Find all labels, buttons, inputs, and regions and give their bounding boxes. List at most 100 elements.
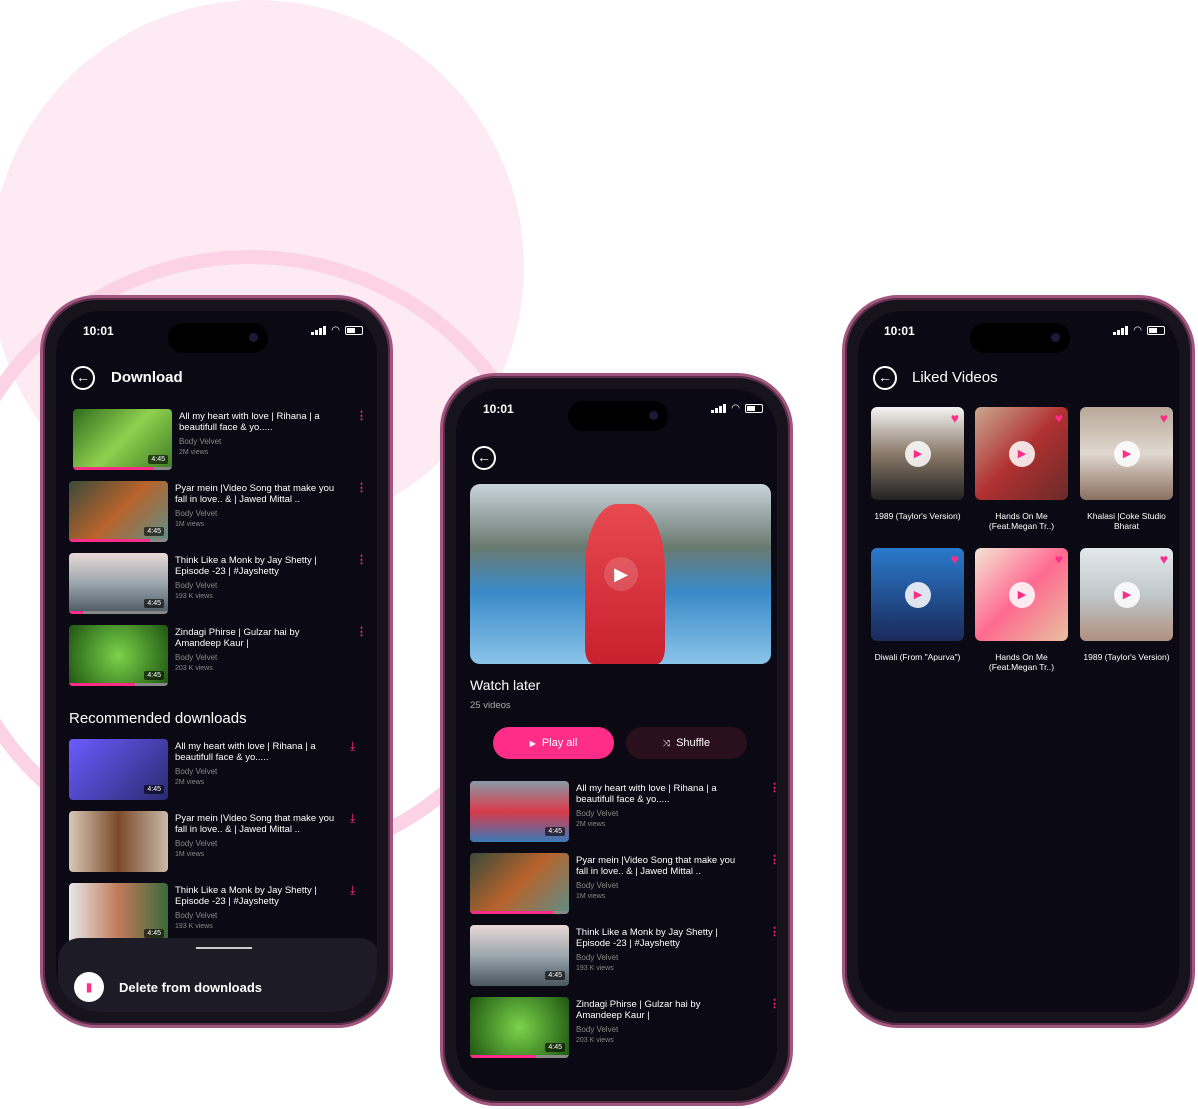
liked-video-label: Hands On Me (Feat.Megan Tr..) bbox=[988, 652, 1055, 672]
signal-icon bbox=[311, 326, 327, 335]
video-thumbnail[interactable]: 4:45 bbox=[470, 925, 569, 986]
wifi-icon: ◠ bbox=[331, 325, 340, 336]
more-options-icon[interactable]: ⋮ bbox=[356, 627, 367, 638]
view-count: 1M views bbox=[175, 851, 205, 858]
more-options-icon[interactable]: ⋮ bbox=[356, 411, 367, 422]
channel-name: Body Velvet bbox=[175, 767, 218, 776]
video-info: Think Like a Monk by Jay Shetty | Episod… bbox=[175, 885, 345, 930]
sheet-handle[interactable] bbox=[196, 947, 252, 949]
liked-video-card[interactable]: ♥ ▶ bbox=[975, 548, 1068, 641]
play-icon[interactable]: ▶ bbox=[1009, 582, 1035, 608]
video-thumbnail[interactable]: 4:45 bbox=[69, 553, 168, 614]
video-title[interactable]: Pyar mein |Video Song that make you fall… bbox=[576, 855, 746, 877]
play-icon[interactable]: ▶ bbox=[1009, 441, 1035, 467]
liked-video-card[interactable]: ♥ ▶ bbox=[975, 407, 1068, 500]
list-item[interactable]: 4:45 All my heart with love | Rihana | a … bbox=[56, 409, 377, 471]
delete-from-downloads-button[interactable]: Delete from downloads bbox=[119, 980, 262, 995]
liked-video-card[interactable]: ♥ ▶ bbox=[1080, 548, 1173, 641]
video-title[interactable]: Zindagi Phirse | Gulzar hai by Amandeep … bbox=[576, 999, 746, 1021]
duration-badge: 4:45 bbox=[148, 455, 168, 464]
watch-progress bbox=[470, 911, 569, 914]
list-item[interactable]: Pyar mein |Video Song that make you fall… bbox=[456, 853, 777, 915]
video-thumbnail[interactable] bbox=[470, 853, 569, 914]
heart-icon[interactable]: ♥ bbox=[1055, 551, 1063, 567]
more-options-icon[interactable]: ⋮ bbox=[356, 483, 367, 494]
heart-icon[interactable]: ♥ bbox=[951, 551, 959, 567]
list-item[interactable]: 4:45 Think Like a Monk by Jay Shetty | Ep… bbox=[56, 883, 377, 945]
liked-video-card[interactable]: ♥ ▶ bbox=[871, 407, 964, 500]
more-options-icon[interactable]: ⋮ bbox=[769, 999, 777, 1010]
channel-name: Body Velvet bbox=[175, 911, 218, 920]
heart-icon[interactable]: ♥ bbox=[1160, 410, 1168, 426]
phone-liked: 10:01 ◠ ← Liked Videos ♥ ▶ 1989 (Taylor's … bbox=[842, 295, 1195, 1028]
view-count: 193 K views bbox=[175, 593, 213, 600]
video-title[interactable]: Think Like a Monk by Jay Shetty | Episod… bbox=[175, 555, 345, 577]
play-all-button[interactable]: ▶ Play all bbox=[493, 727, 614, 759]
watch-progress bbox=[69, 611, 168, 614]
watch-progress bbox=[69, 539, 168, 542]
play-icon[interactable]: ▶ bbox=[905, 582, 931, 608]
more-options-icon[interactable]: ⋮ bbox=[769, 927, 777, 938]
phone-download: 10:01 ◠ ← Download 4:45 All my heart with… bbox=[40, 295, 393, 1028]
status-time: 10:01 bbox=[884, 324, 915, 338]
more-options-icon[interactable]: ⋮ bbox=[356, 555, 367, 566]
status-icons: ◠ bbox=[711, 404, 763, 414]
list-item[interactable]: Pyar mein |Video Song that make you fall… bbox=[56, 811, 377, 873]
view-count: 2M views bbox=[576, 821, 606, 828]
back-button[interactable]: ← bbox=[472, 446, 496, 470]
liked-video-card[interactable]: ♥ ▶ bbox=[871, 548, 964, 641]
list-item[interactable]: 4:45 All my heart with love | Rihana | a … bbox=[456, 781, 777, 843]
video-title[interactable]: Think Like a Monk by Jay Shetty | Episod… bbox=[175, 885, 345, 907]
view-count: 193 K views bbox=[175, 923, 213, 930]
play-icon[interactable]: ▶ bbox=[1114, 582, 1140, 608]
back-button[interactable]: ← bbox=[71, 366, 95, 390]
video-info: Think Like a Monk by Jay Shetty | Episod… bbox=[175, 555, 345, 600]
video-title[interactable]: All my heart with love | Rihana | a beau… bbox=[175, 741, 345, 763]
more-options-icon[interactable]: ⋮ bbox=[769, 783, 777, 794]
view-count: 1M views bbox=[175, 521, 205, 528]
video-thumbnail[interactable] bbox=[69, 811, 168, 872]
liked-video-card[interactable]: ♥ ▶ bbox=[1080, 407, 1173, 500]
video-title[interactable]: Pyar mein |Video Song that make you fall… bbox=[175, 483, 345, 505]
list-item[interactable]: 4:45 Zindagi Phirse | Gulzar hai by Amand… bbox=[456, 997, 777, 1059]
video-thumbnail[interactable]: 4:45 bbox=[69, 481, 168, 542]
more-options-icon[interactable]: ⋮ bbox=[769, 855, 777, 866]
video-thumbnail[interactable]: 4:45 bbox=[470, 781, 569, 842]
video-thumbnail[interactable]: 4:45 bbox=[69, 739, 168, 800]
download-icon[interactable]: ⤓ bbox=[350, 739, 355, 754]
video-thumbnail[interactable]: 4:45 bbox=[73, 409, 172, 470]
video-title[interactable]: Pyar mein |Video Song that make you fall… bbox=[175, 813, 345, 835]
play-icon[interactable]: ▶ bbox=[1114, 441, 1140, 467]
view-count: 2M views bbox=[179, 449, 209, 456]
list-item[interactable]: 4:45 All my heart with love | Rihana | a … bbox=[56, 739, 377, 801]
list-item[interactable]: 4:45 Pyar mein |Video Song that make you … bbox=[56, 481, 377, 543]
video-title[interactable]: All my heart with love | Rihana | a beau… bbox=[576, 783, 746, 805]
heart-icon[interactable]: ♥ bbox=[951, 410, 959, 426]
list-item[interactable]: 4:45 Think Like a Monk by Jay Shetty | Ep… bbox=[456, 925, 777, 987]
battery-icon bbox=[745, 404, 763, 413]
video-thumbnail[interactable]: 4:45 bbox=[69, 883, 168, 944]
play-icon[interactable]: ▶ bbox=[905, 441, 931, 467]
shuffle-button[interactable]: ⤨ Shuffle bbox=[626, 727, 747, 759]
hero-video[interactable]: ▶ bbox=[470, 484, 771, 664]
duration-badge: 4:45 bbox=[545, 827, 565, 836]
back-button[interactable]: ← bbox=[873, 366, 897, 390]
channel-name: Body Velvet bbox=[576, 953, 619, 962]
play-icon[interactable]: ▶ bbox=[604, 557, 638, 591]
video-title[interactable]: All my heart with love | Rihana | a beau… bbox=[179, 411, 349, 433]
video-info: All my heart with love | Rihana | a beau… bbox=[576, 783, 746, 828]
video-thumbnail[interactable]: 4:45 bbox=[470, 997, 569, 1058]
liked-video-label: Khalasi |Coke Studio Bharat bbox=[1087, 511, 1166, 531]
heart-icon[interactable]: ♥ bbox=[1055, 410, 1063, 426]
heart-icon[interactable]: ♥ bbox=[1160, 551, 1168, 567]
list-item[interactable]: 4:45 Zindagi Phirse | Gulzar hai by Amand… bbox=[56, 625, 377, 687]
video-title[interactable]: Think Like a Monk by Jay Shetty | Episod… bbox=[576, 927, 746, 949]
download-icon[interactable]: ⤓ bbox=[350, 811, 355, 826]
channel-name: Body Velvet bbox=[576, 881, 619, 890]
list-item[interactable]: 4:45 Think Like a Monk by Jay Shetty | Ep… bbox=[56, 553, 377, 615]
video-title[interactable]: Zindagi Phirse | Gulzar hai by Amandeep … bbox=[175, 627, 345, 649]
dynamic-island bbox=[168, 323, 268, 353]
video-thumbnail[interactable]: 4:45 bbox=[69, 625, 168, 686]
download-icon[interactable]: ⤓ bbox=[350, 883, 355, 898]
liked-video-label: Diwali (From "Apurva") bbox=[874, 652, 961, 662]
